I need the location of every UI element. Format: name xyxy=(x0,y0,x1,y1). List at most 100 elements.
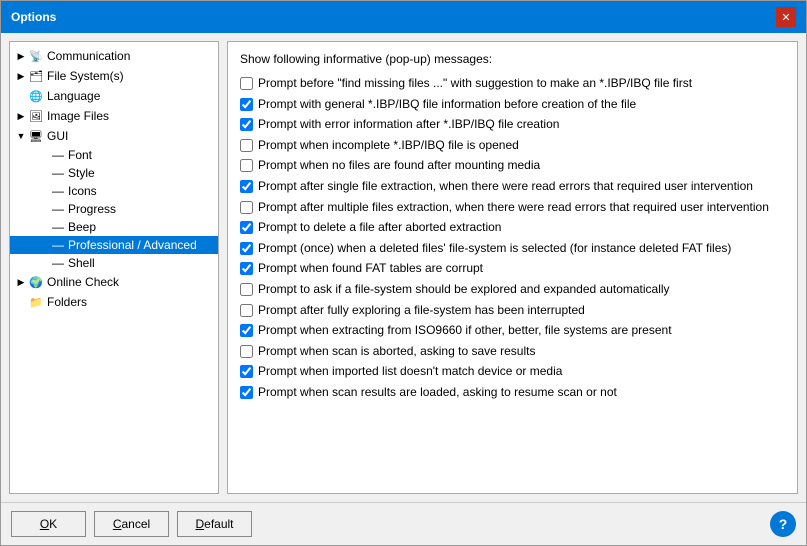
tree-dash-icons: — xyxy=(52,184,68,198)
sidebar-item-filesystem[interactable]: ▶🗂File System(s) xyxy=(10,66,218,86)
checkbox-cb13[interactable] xyxy=(240,324,253,337)
checkbox-label-cb9: Prompt (once) when a deleted files' file… xyxy=(258,241,731,257)
tree-toggle-profadv xyxy=(38,238,52,252)
checkbox-row-cb11: Prompt to ask if a file-system should be… xyxy=(240,282,785,298)
tree-toggle-beep xyxy=(38,220,52,234)
sidebar-item-beep[interactable]: —Beep xyxy=(10,218,218,236)
sidebar-item-style[interactable]: —Style xyxy=(10,164,218,182)
tree-icon-folders: 📁 xyxy=(28,294,44,310)
tree-dash-shell: — xyxy=(52,256,68,270)
checkbox-row-cb12: Prompt after fully exploring a file-syst… xyxy=(240,303,785,319)
tree-icon-onlinecheck: 🌍 xyxy=(28,274,44,290)
checkbox-label-cb11: Prompt to ask if a file-system should be… xyxy=(258,282,670,298)
tree-toggle-shell xyxy=(38,256,52,270)
sidebar-label-imagefiles: Image Files xyxy=(47,109,109,123)
help-button[interactable]: ? xyxy=(770,511,796,537)
tree-dash-profadv: — xyxy=(52,238,68,252)
checkbox-label-cb8: Prompt to delete a file after aborted ex… xyxy=(258,220,501,236)
checkbox-cb3[interactable] xyxy=(240,118,253,131)
tree-icon-gui: 🖥 xyxy=(28,128,44,144)
sidebar-item-shell[interactable]: —Shell xyxy=(10,254,218,272)
sidebar-item-icons[interactable]: —Icons xyxy=(10,182,218,200)
checkbox-row-cb2: Prompt with general *.IBP/IBQ file infor… xyxy=(240,97,785,113)
sidebar-tree: ▶📡Communication▶🗂File System(s)🌐Language… xyxy=(9,41,219,494)
checkbox-label-cb5: Prompt when no files are found after mou… xyxy=(258,158,540,174)
checkbox-row-cb5: Prompt when no files are found after mou… xyxy=(240,158,785,174)
checkbox-cb14[interactable] xyxy=(240,345,253,358)
checkbox-cb9[interactable] xyxy=(240,242,253,255)
checkbox-cb4[interactable] xyxy=(240,139,253,152)
checkbox-cb15[interactable] xyxy=(240,365,253,378)
close-button[interactable]: ✕ xyxy=(776,7,796,27)
tree-icon-communication: 📡 xyxy=(28,48,44,64)
checkbox-row-cb1: Prompt before "find missing files ..." w… xyxy=(240,76,785,92)
dialog-body: ▶📡Communication▶🗂File System(s)🌐Language… xyxy=(1,33,806,502)
sidebar-item-onlinecheck[interactable]: ▶🌍Online Check xyxy=(10,272,218,292)
default-button[interactable]: Default xyxy=(177,511,252,537)
checkbox-cb6[interactable] xyxy=(240,180,253,193)
sidebar-item-gui[interactable]: ▼🖥GUI xyxy=(10,126,218,146)
checkbox-cb5[interactable] xyxy=(240,159,253,172)
title-bar: Options ✕ xyxy=(1,1,806,33)
checkbox-label-cb2: Prompt with general *.IBP/IBQ file infor… xyxy=(258,97,636,113)
checkbox-row-cb4: Prompt when incomplete *.IBP/IBQ file is… xyxy=(240,138,785,154)
checkbox-cb2[interactable] xyxy=(240,98,253,111)
checkbox-label-cb14: Prompt when scan is aborted, asking to s… xyxy=(258,344,535,360)
tree-toggle-communication: ▶ xyxy=(14,49,28,63)
checkbox-label-cb7: Prompt after multiple files extraction, … xyxy=(258,200,769,216)
checkbox-label-cb16: Prompt when scan results are loaded, ask… xyxy=(258,385,617,401)
dialog-title: Options xyxy=(11,10,56,24)
tree-toggle-filesystem: ▶ xyxy=(14,69,28,83)
tree-toggle-progress xyxy=(38,202,52,216)
sidebar-label-shell: Shell xyxy=(68,256,95,270)
tree-icon-filesystem: 🗂 xyxy=(28,68,44,84)
checkbox-row-cb14: Prompt when scan is aborted, asking to s… xyxy=(240,344,785,360)
checkbox-row-cb16: Prompt when scan results are loaded, ask… xyxy=(240,385,785,401)
tree-toggle-style xyxy=(38,166,52,180)
sidebar-label-beep: Beep xyxy=(68,220,96,234)
checkbox-row-cb6: Prompt after single file extraction, whe… xyxy=(240,179,785,195)
checkbox-cb1[interactable] xyxy=(240,77,253,90)
sidebar-item-folders[interactable]: 📁Folders xyxy=(10,292,218,312)
checkbox-label-cb4: Prompt when incomplete *.IBP/IBQ file is… xyxy=(258,138,519,154)
checkbox-cb7[interactable] xyxy=(240,201,253,214)
checkbox-cb10[interactable] xyxy=(240,262,253,275)
sidebar-label-language: Language xyxy=(47,89,100,103)
checkbox-row-cb10: Prompt when found FAT tables are corrupt xyxy=(240,261,785,277)
sidebar-label-communication: Communication xyxy=(47,49,130,63)
tree-dash-style: — xyxy=(52,166,68,180)
sidebar-label-profadv: Professional / Advanced xyxy=(68,238,197,252)
sidebar-item-progress[interactable]: —Progress xyxy=(10,200,218,218)
checkbox-cb8[interactable] xyxy=(240,221,253,234)
checkbox-label-cb12: Prompt after fully exploring a file-syst… xyxy=(258,303,585,319)
sidebar-label-onlinecheck: Online Check xyxy=(47,275,119,289)
sidebar-label-filesystem: File System(s) xyxy=(47,69,124,83)
sidebar-item-imagefiles[interactable]: ▶🖼Image Files xyxy=(10,106,218,126)
tree-dash-progress: — xyxy=(52,202,68,216)
sidebar-item-communication[interactable]: ▶📡Communication xyxy=(10,46,218,66)
sidebar-item-profadv[interactable]: —Professional / Advanced xyxy=(10,236,218,254)
checkbox-list: Prompt before "find missing files ..." w… xyxy=(240,76,785,401)
footer: OK Cancel Default ? xyxy=(1,502,806,545)
main-content: Show following informative (pop-up) mess… xyxy=(227,41,798,494)
checkbox-cb11[interactable] xyxy=(240,283,253,296)
checkbox-row-cb8: Prompt to delete a file after aborted ex… xyxy=(240,220,785,236)
cancel-button[interactable]: Cancel xyxy=(94,511,169,537)
tree-toggle-font xyxy=(38,148,52,162)
options-dialog: Options ✕ ▶📡Communication▶🗂File System(s… xyxy=(0,0,807,546)
checkbox-cb16[interactable] xyxy=(240,386,253,399)
sidebar-label-gui: GUI xyxy=(47,129,68,143)
checkbox-label-cb10: Prompt when found FAT tables are corrupt xyxy=(258,261,483,277)
tree-toggle-folders xyxy=(14,295,28,309)
ok-button[interactable]: OK xyxy=(11,511,86,537)
checkbox-label-cb13: Prompt when extracting from ISO9660 if o… xyxy=(258,323,672,339)
tree-toggle-gui: ▼ xyxy=(14,129,28,143)
tree-toggle-icons xyxy=(38,184,52,198)
checkbox-row-cb13: Prompt when extracting from ISO9660 if o… xyxy=(240,323,785,339)
checkbox-label-cb3: Prompt with error information after *.IB… xyxy=(258,117,559,133)
sidebar-item-font[interactable]: —Font xyxy=(10,146,218,164)
sidebar-label-icons: Icons xyxy=(68,184,97,198)
sidebar-item-language[interactable]: 🌐Language xyxy=(10,86,218,106)
sidebar-label-style: Style xyxy=(68,166,95,180)
checkbox-cb12[interactable] xyxy=(240,304,253,317)
